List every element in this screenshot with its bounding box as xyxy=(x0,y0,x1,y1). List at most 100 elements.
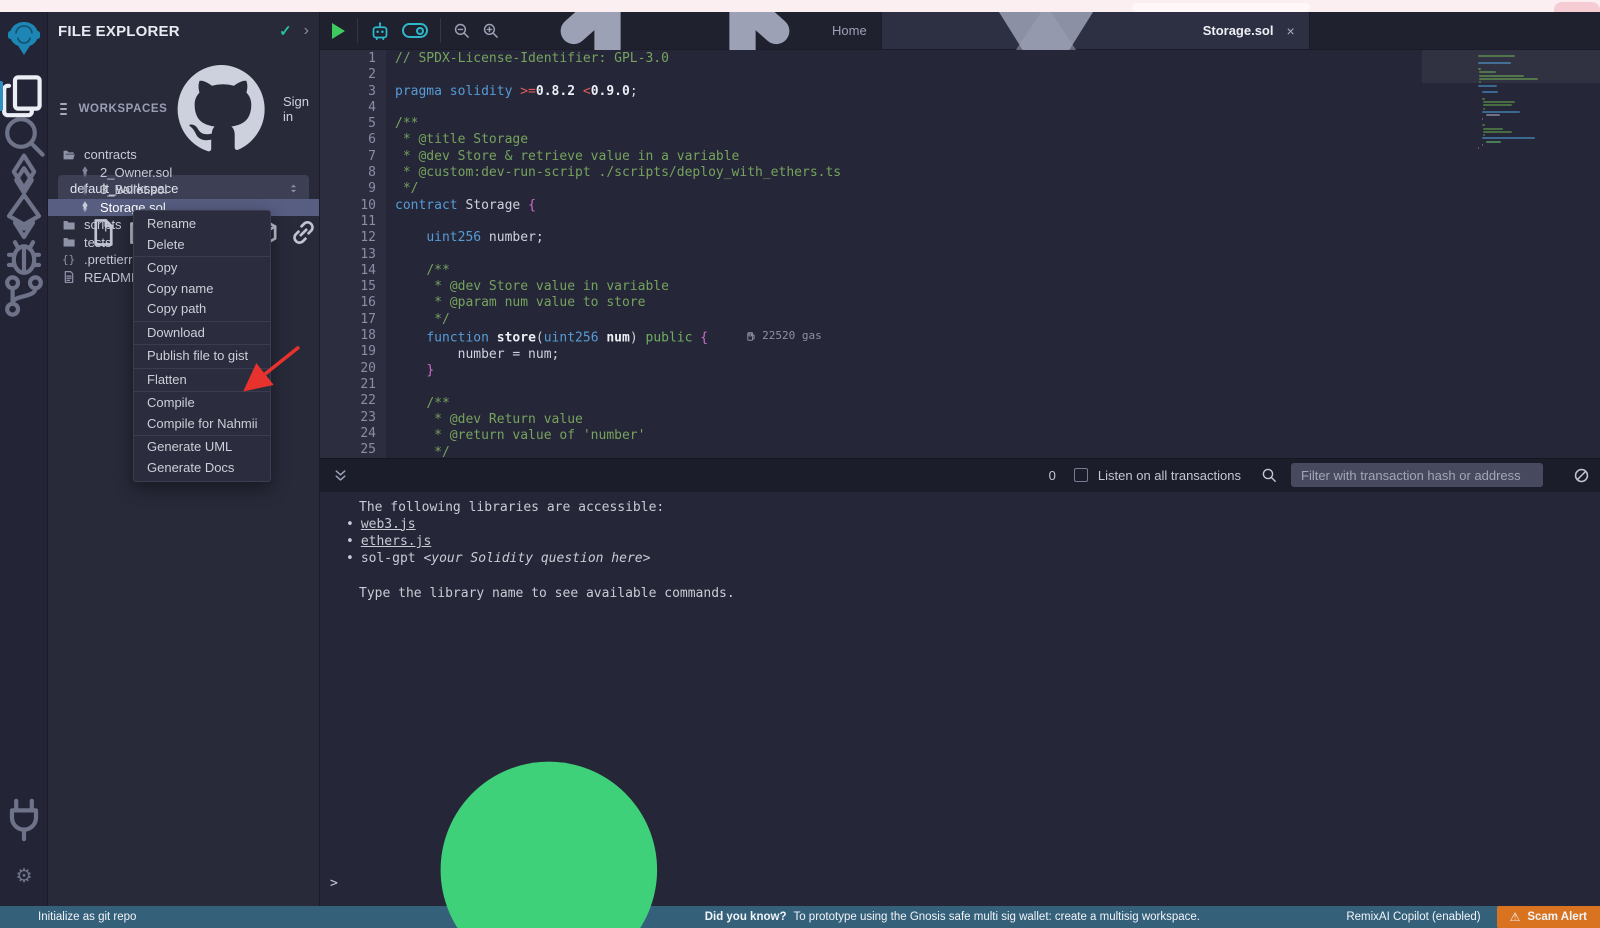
browser-chrome-strip xyxy=(0,0,1600,12)
line-number-gutter: 1234567891011121314151617181920212223242… xyxy=(320,50,386,458)
zoom-in-icon[interactable] xyxy=(482,22,499,39)
code-line-9: */ xyxy=(395,181,1472,197)
editor-toolbar: Home Storage.sol × xyxy=(320,12,1600,50)
context-menu-item-copy-path[interactable]: Copy path xyxy=(134,299,270,320)
lightbulb-icon xyxy=(400,740,698,928)
library-link-ethers-js[interactable]: ethers.js xyxy=(361,534,431,549)
context-menu-item-copy-name[interactable]: Copy name xyxy=(134,279,270,300)
code-line-23: * @dev Return value xyxy=(395,412,1472,428)
library-link-web3-js[interactable]: web3.js xyxy=(361,517,416,532)
listen-transactions-checkbox[interactable] xyxy=(1074,468,1088,482)
context-menu-item-compile-for-nahmii[interactable]: Compile for Nahmii xyxy=(134,414,270,435)
zoom-out-icon[interactable] xyxy=(453,22,470,39)
code-line-19: number = num; xyxy=(395,347,1472,363)
sidebar-item-file-explorer[interactable] xyxy=(0,76,48,116)
sidebar-item-deploy-run[interactable] xyxy=(0,196,48,236)
scam-alert-button[interactable]: ⚠ Scam Alert xyxy=(1497,906,1600,928)
code-line-1: // SPDX-License-Identifier: GPL-3.0 xyxy=(395,51,1472,67)
status-bar: Initialize as git repo Did you know? To … xyxy=(0,906,1600,928)
code-line-7: * @dev Store & retrieve value in a varia… xyxy=(395,149,1472,165)
context-menu-item-copy[interactable]: Copy xyxy=(134,258,270,279)
code-content[interactable]: // SPDX-License-Identifier: GPL-3.0 prag… xyxy=(386,50,1472,458)
close-tab-icon[interactable]: × xyxy=(1286,23,1294,39)
code-line-16: * @param num value to store xyxy=(395,295,1472,311)
code-line-25: */ xyxy=(395,445,1472,458)
context-menu-item-rename[interactable]: Rename xyxy=(134,214,270,235)
folder-icon xyxy=(62,218,76,232)
tab-home[interactable]: Home xyxy=(511,12,881,49)
run-script-play-icon[interactable] xyxy=(332,23,345,39)
remix-ide-screen: ⚙ FILE EXPLORER ✓ › WORKSPACES Sign in d… xyxy=(0,0,1600,928)
context-menu-item-generate-docs[interactable]: Generate Docs xyxy=(134,458,270,479)
code-line-8: * @custom:dev-run-script ./scripts/deplo… xyxy=(395,165,1472,181)
workspaces-label: WORKSPACES xyxy=(79,103,168,115)
transaction-filter-input[interactable] xyxy=(1291,463,1543,487)
remixai-copilot-status[interactable]: RemixAI Copilot (enabled) xyxy=(1346,911,1480,923)
code-line-20: } xyxy=(395,363,1472,379)
tree-item-3-ballot-sol[interactable]: 3_Ballot.sol xyxy=(48,181,319,199)
code-line-5: /** xyxy=(395,116,1472,132)
folder-open-icon xyxy=(62,148,76,162)
copilot-toggle[interactable] xyxy=(402,23,428,38)
clear-filter-slash-icon[interactable] xyxy=(1573,467,1590,484)
code-line-10: contract Storage { xyxy=(395,198,1472,214)
sol-icon xyxy=(78,183,92,197)
expand-terminal-chevrons-icon[interactable] xyxy=(332,467,349,484)
terminal-prompt[interactable]: > xyxy=(330,875,338,892)
context-menu-item-delete[interactable]: Delete xyxy=(134,235,270,256)
context-menu-item-flatten[interactable]: Flatten xyxy=(134,370,270,391)
sidebar-item-git[interactable] xyxy=(0,276,48,316)
context-menu-item-publish-file-to-gist[interactable]: Publish file to gist xyxy=(134,346,270,367)
sidebar-item-solidity-compiler[interactable] xyxy=(0,156,48,196)
folder-icon xyxy=(62,235,76,249)
terminal-text-line: sol-gpt <your Solidity question here> xyxy=(346,550,1600,567)
workspace-menu-icon[interactable] xyxy=(60,100,67,118)
sidebar-item-debugger[interactable] xyxy=(0,236,48,276)
context-menu-item-download[interactable]: Download xyxy=(134,323,270,344)
transaction-count-badge: 0 xyxy=(1049,468,1056,483)
browser-chrome-pill xyxy=(1132,3,1310,12)
code-line-2 xyxy=(395,67,1472,83)
gear-icon: ⚙ xyxy=(15,867,32,886)
code-line-22: /** xyxy=(395,396,1472,412)
code-line-11 xyxy=(395,214,1472,230)
code-line-12: uint256 number; xyxy=(395,230,1472,246)
menu-separator xyxy=(134,391,270,392)
code-editor[interactable]: 1234567891011121314151617181920212223242… xyxy=(320,50,1600,458)
listen-transactions-label: Listen on all transactions xyxy=(1098,468,1241,483)
init-git-repo-link[interactable]: Initialize as git repo xyxy=(0,911,136,923)
did-you-know-tip: Did you know? To prototype using the Gno… xyxy=(400,740,1200,928)
menu-separator xyxy=(134,321,270,322)
sidebar-item-search[interactable] xyxy=(0,116,48,156)
code-line-17: */ xyxy=(395,312,1472,328)
terminal-text-line: The following libraries are accessible: xyxy=(346,499,1600,516)
check-icon[interactable]: ✓ xyxy=(279,22,292,40)
tree-item-contracts[interactable]: contracts xyxy=(48,146,319,164)
terminal-search-icon[interactable] xyxy=(1261,467,1277,483)
remixai-robot-icon[interactable] xyxy=(370,21,390,41)
menu-separator xyxy=(134,344,270,345)
plugin-plug-icon xyxy=(0,796,48,844)
sidebar-item-plugin-manager[interactable] xyxy=(0,796,48,844)
code-line-14: /** xyxy=(395,263,1472,279)
code-line-15: * @dev Store value in variable xyxy=(395,279,1472,295)
git-branch-icon xyxy=(0,272,48,320)
code-line-13 xyxy=(395,247,1472,263)
minimap-slider[interactable] xyxy=(1422,50,1600,83)
tab-storage-sol[interactable]: Storage.sol × xyxy=(881,12,1310,49)
tree-item-2-owner-sol[interactable]: 2_Owner.sol xyxy=(48,164,319,182)
activity-bar: ⚙ xyxy=(0,12,48,906)
remix-logo-icon[interactable] xyxy=(5,20,43,60)
code-line-24: * @return value of 'number' xyxy=(395,428,1472,444)
panel-title: FILE EXPLORER xyxy=(58,23,180,40)
code-line-4 xyxy=(395,100,1472,116)
chevron-right-icon[interactable]: › xyxy=(304,22,309,40)
code-line-18: function store(uint256 num) public {2252… xyxy=(395,328,1472,347)
context-menu-item-generate-uml[interactable]: Generate UML xyxy=(134,437,270,458)
braces-icon: {} xyxy=(62,253,76,267)
sidebar-item-settings[interactable]: ⚙ xyxy=(0,867,48,886)
gas-estimate-badge: 22520 gas xyxy=(746,328,822,344)
minimap[interactable] xyxy=(1472,50,1600,458)
terminal-text-line: Type the library name to see available c… xyxy=(346,585,1600,602)
context-menu-item-compile[interactable]: Compile xyxy=(134,393,270,414)
